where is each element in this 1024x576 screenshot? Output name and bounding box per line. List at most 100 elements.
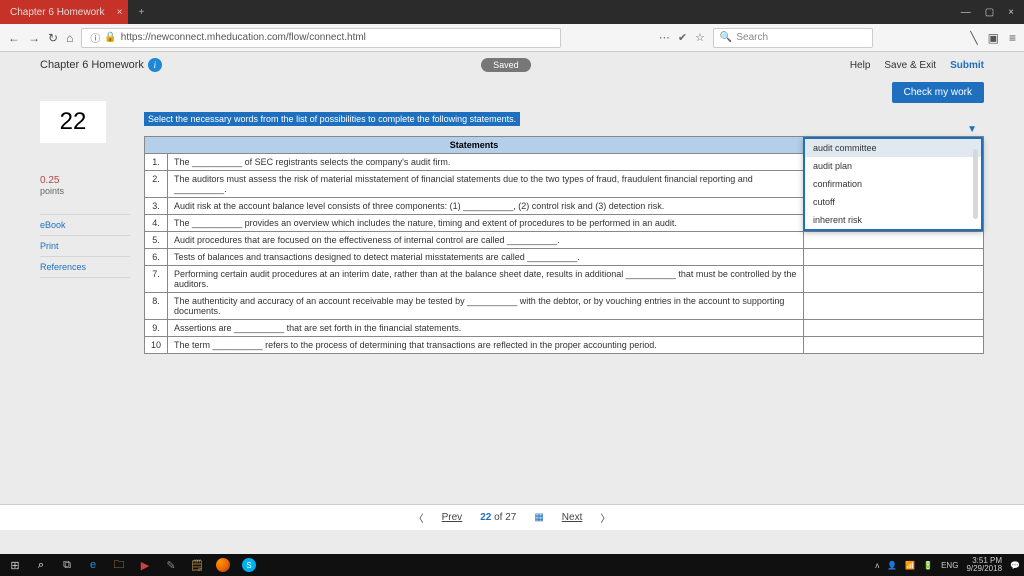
- pager-next[interactable]: Next: [562, 512, 583, 523]
- menu-icon[interactable]: ≡: [1009, 31, 1016, 45]
- row-number: 4.: [145, 215, 168, 232]
- network-icon[interactable]: 📶: [905, 561, 915, 570]
- grid-icon[interactable]: ▦: [534, 512, 543, 523]
- pager-prev-icon[interactable]: 〈: [414, 510, 424, 525]
- bookmark-icon[interactable]: ☆: [695, 31, 705, 44]
- app-icon[interactable]: ▶: [134, 556, 156, 574]
- pager-prev[interactable]: Prev: [442, 512, 463, 523]
- dropdown-option[interactable]: audit plan: [805, 157, 981, 175]
- close-window-icon[interactable]: ×: [1008, 7, 1014, 18]
- table-row: 6.Tests of balances and transactions des…: [145, 249, 984, 266]
- windows-taskbar: ⊞ ⌕ ⧉ e 🗀 ▶ ✎ 🗒 S ʌ 👤 📶 🔋 ENG 3:51 PM 9/…: [0, 554, 1024, 576]
- info-icon: ⓘ: [90, 30, 100, 45]
- sidebar-icon[interactable]: ▣: [988, 31, 999, 45]
- tab-title: Chapter 6 Homework: [10, 7, 104, 18]
- task-view-icon[interactable]: ⧉: [56, 556, 78, 574]
- url-field[interactable]: ⓘ 🔒 https://newconnect.mheducation.com/f…: [81, 28, 561, 48]
- info-badge-icon[interactable]: i: [148, 58, 162, 72]
- table-row: 10The term __________ refers to the proc…: [145, 337, 984, 354]
- answer-dropdown-menu[interactable]: ▼ audit committeeaudit planconfirmationc…: [803, 137, 983, 231]
- statement-text: Audit risk at the account balance level …: [168, 198, 804, 215]
- answer-cell[interactable]: [804, 266, 984, 293]
- home-icon[interactable]: ⌂: [66, 31, 73, 45]
- tray-up-icon[interactable]: ʌ: [875, 561, 879, 570]
- statement-text: The authenticity and accuracy of an acco…: [168, 293, 804, 320]
- library-icon[interactable]: ╲: [970, 31, 977, 45]
- reload-icon[interactable]: ↻: [48, 31, 58, 45]
- table-row: 8.The authenticity and accuracy of an ac…: [145, 293, 984, 320]
- system-clock[interactable]: 3:51 PM 9/29/2018: [966, 557, 1002, 573]
- answer-cell[interactable]: [804, 293, 984, 320]
- answer-cell[interactable]: [804, 232, 984, 249]
- statement-text: Audit procedures that are focused on the…: [168, 232, 804, 249]
- app-icon-2[interactable]: ✎: [160, 556, 182, 574]
- maximize-icon[interactable]: ▢: [985, 7, 994, 18]
- points-label: points: [40, 186, 130, 196]
- browser-toolbar: ← → ↻ ⌂ ⓘ 🔒 https://newconnect.mheducati…: [0, 24, 1024, 52]
- dropdown-option[interactable]: cutoff: [805, 193, 981, 211]
- browser-tab-active[interactable]: Chapter 6 Homework ×: [0, 0, 128, 24]
- table-row: 9.Assertions are __________ that are set…: [145, 320, 984, 337]
- search-taskbar-icon[interactable]: ⌕: [30, 556, 52, 574]
- app-icon-3[interactable]: 🗒: [186, 556, 208, 574]
- statement-text: Assertions are __________ that are set f…: [168, 320, 804, 337]
- statement-text: The __________ of SEC registrants select…: [168, 154, 804, 171]
- firefox-icon[interactable]: [212, 556, 234, 574]
- question-number: 22: [40, 101, 106, 143]
- row-number: 5.: [145, 232, 168, 249]
- minimize-icon[interactable]: —: [961, 7, 971, 18]
- col-statements: Statements: [145, 137, 804, 154]
- search-input[interactable]: 🔍 Search: [713, 28, 873, 48]
- language-indicator[interactable]: ENG: [941, 561, 958, 570]
- statement-text: The __________ provides an overview whic…: [168, 215, 804, 232]
- clock-date: 9/29/2018: [966, 565, 1002, 573]
- new-tab-button[interactable]: +: [128, 7, 154, 18]
- file-explorer-icon[interactable]: 🗀: [108, 556, 130, 574]
- statement-text: Performing certain audit procedures at a…: [168, 266, 804, 293]
- page-content: Chapter 6 Homework i Saved Help Save & E…: [0, 52, 1024, 554]
- help-link[interactable]: Help: [850, 60, 871, 71]
- pager-of: of: [494, 512, 502, 523]
- references-link[interactable]: References: [40, 256, 130, 278]
- battery-icon[interactable]: 🔋: [923, 561, 933, 570]
- skype-icon[interactable]: S: [238, 556, 260, 574]
- question-sidebar: 22 0.25 points eBook Print References: [40, 109, 130, 354]
- dropdown-option[interactable]: audit committee: [805, 139, 981, 157]
- answer-cell[interactable]: [804, 337, 984, 354]
- row-number: 9.: [145, 320, 168, 337]
- check-my-work-button[interactable]: Check my work: [892, 82, 984, 103]
- close-tab-icon[interactable]: ×: [117, 7, 123, 18]
- statement-text: Tests of balances and transactions desig…: [168, 249, 804, 266]
- question-body: Select the necessary words from the list…: [144, 109, 984, 354]
- answer-cell[interactable]: [804, 320, 984, 337]
- pager-current: 22: [480, 512, 491, 523]
- more-actions-icon[interactable]: ⋯: [659, 31, 670, 44]
- question-pager: 〈 Prev 22 of 27 ▦ Next 〉: [0, 504, 1024, 530]
- ebook-link[interactable]: eBook: [40, 214, 130, 235]
- people-icon[interactable]: 👤: [887, 561, 897, 570]
- row-number: 6.: [145, 249, 168, 266]
- pager-total: 27: [505, 512, 516, 523]
- chevron-down-icon[interactable]: ▼: [967, 124, 977, 135]
- back-icon[interactable]: ←: [8, 31, 20, 45]
- print-link[interactable]: Print: [40, 235, 130, 256]
- save-exit-link[interactable]: Save & Exit: [884, 60, 936, 71]
- dropdown-option[interactable]: confirmation: [805, 175, 981, 193]
- answer-cell[interactable]: [804, 249, 984, 266]
- submit-link[interactable]: Submit: [950, 60, 984, 71]
- notification-icon[interactable]: 💬: [1010, 561, 1020, 570]
- row-number: 2.: [145, 171, 168, 198]
- reader-icon[interactable]: ✔: [678, 31, 687, 44]
- assignment-header: Chapter 6 Homework i Saved Help Save & E…: [0, 52, 1024, 78]
- dropdown-scrollbar[interactable]: [973, 149, 978, 219]
- start-button[interactable]: ⊞: [4, 556, 26, 574]
- pager-next-icon[interactable]: 〉: [600, 510, 610, 525]
- url-text: https://newconnect.mheducation.com/flow/…: [121, 32, 366, 43]
- row-number: 1.: [145, 154, 168, 171]
- search-icon: 🔍: [720, 32, 732, 43]
- edge-icon[interactable]: e: [82, 556, 104, 574]
- row-number: 3.: [145, 198, 168, 215]
- dropdown-option[interactable]: inherent risk: [805, 211, 981, 229]
- row-number: 7.: [145, 266, 168, 293]
- forward-icon[interactable]: →: [28, 31, 40, 45]
